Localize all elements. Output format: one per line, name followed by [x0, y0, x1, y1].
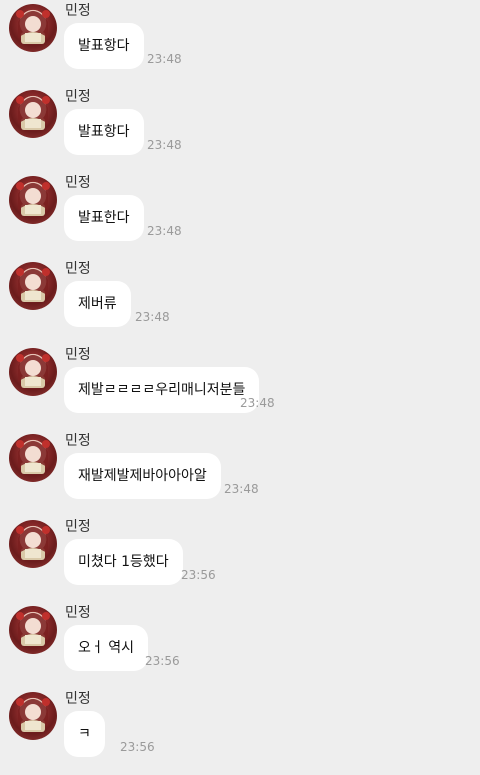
- avatar[interactable]: [9, 434, 57, 482]
- avatar[interactable]: [9, 692, 57, 740]
- sender-name: 민정: [65, 519, 91, 535]
- message-bubble[interactable]: ㅋ: [64, 711, 105, 757]
- message-time: 23:48: [147, 224, 182, 238]
- chat-message: 민정 발표항다 23:48: [0, 0, 480, 86]
- avatar[interactable]: [9, 520, 57, 568]
- sender-name: 민정: [65, 3, 91, 19]
- sender-name: 민정: [65, 347, 91, 363]
- message-bubble[interactable]: 발표항다: [64, 109, 144, 155]
- message-bubble[interactable]: 재발제발제바아아아알: [64, 453, 221, 499]
- sender-name: 민정: [65, 89, 91, 105]
- chat-message: 민정 재발제발제바아아아알 23:48: [0, 430, 480, 516]
- message-bubble[interactable]: 발표한다: [64, 195, 144, 241]
- chat-message-list[interactable]: 민정 발표항다 23:48 민정 발표항다 23:48 민정 발표한다 23:4…: [0, 0, 480, 775]
- message-time: 23:48: [135, 310, 170, 324]
- message-time: 23:56: [145, 654, 180, 668]
- chat-message: 민정 미쳤다 1등했다 23:56: [0, 516, 480, 602]
- chat-message: 민정 오ㅓ 역시 23:56: [0, 602, 480, 688]
- chat-message: 민정 발표항다 23:48: [0, 86, 480, 172]
- message-bubble[interactable]: 제버류: [64, 281, 131, 327]
- message-time: 23:56: [181, 568, 216, 582]
- chat-message: 민정 발표한다 23:48: [0, 172, 480, 258]
- sender-name: 민정: [65, 175, 91, 191]
- chat-message: 민정 제버류 23:48: [0, 258, 480, 344]
- sender-name: 민정: [65, 433, 91, 449]
- sender-name: 민정: [65, 605, 91, 621]
- message-time: 23:48: [240, 396, 275, 410]
- message-bubble[interactable]: 오ㅓ 역시: [64, 625, 148, 671]
- avatar[interactable]: [9, 348, 57, 396]
- message-time: 23:56: [120, 740, 155, 754]
- message-time: 23:48: [147, 52, 182, 66]
- chat-message: 민정 ㅋ 23:56: [0, 688, 480, 774]
- avatar[interactable]: [9, 4, 57, 52]
- sender-name: 민정: [65, 691, 91, 707]
- sender-name: 민정: [65, 261, 91, 277]
- message-bubble[interactable]: 제발ㄹㄹㄹㄹ우리매니저분들: [64, 367, 260, 413]
- avatar[interactable]: [9, 176, 57, 224]
- message-bubble[interactable]: 미쳤다 1등했다: [64, 539, 183, 585]
- avatar[interactable]: [9, 90, 57, 138]
- message-time: 23:48: [147, 138, 182, 152]
- chat-message: 민정 제발ㄹㄹㄹㄹ우리매니저분들 23:48: [0, 344, 480, 430]
- message-bubble[interactable]: 발표항다: [64, 23, 144, 69]
- message-time: 23:48: [224, 482, 259, 496]
- avatar[interactable]: [9, 606, 57, 654]
- avatar[interactable]: [9, 262, 57, 310]
